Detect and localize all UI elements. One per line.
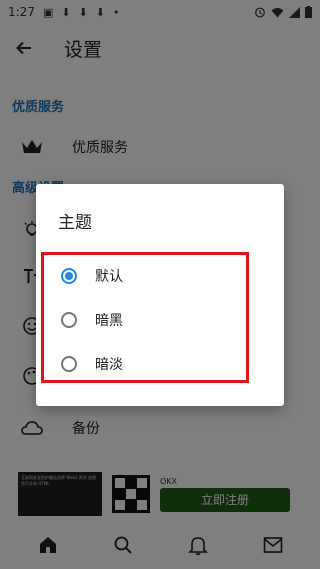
radio-unselected-icon[interactable] <box>61 312 77 328</box>
option-label: 默认 <box>95 269 123 285</box>
radio-selected-icon[interactable] <box>61 268 77 284</box>
options-highlight: 默认 暗黑 暗淡 <box>41 252 249 383</box>
theme-option-dim[interactable]: 暗淡 <box>44 343 248 385</box>
radio-unselected-icon[interactable] <box>61 356 77 372</box>
theme-option-default[interactable]: 默认 <box>44 255 248 297</box>
option-label: 暗淡 <box>95 357 123 373</box>
option-label: 暗黑 <box>95 313 123 329</box>
dialog-title: 主题 <box>58 213 92 233</box>
theme-option-dark[interactable]: 暗黑 <box>44 299 248 341</box>
theme-dialog: 主题 默认 暗黑 暗淡 <box>36 184 284 406</box>
